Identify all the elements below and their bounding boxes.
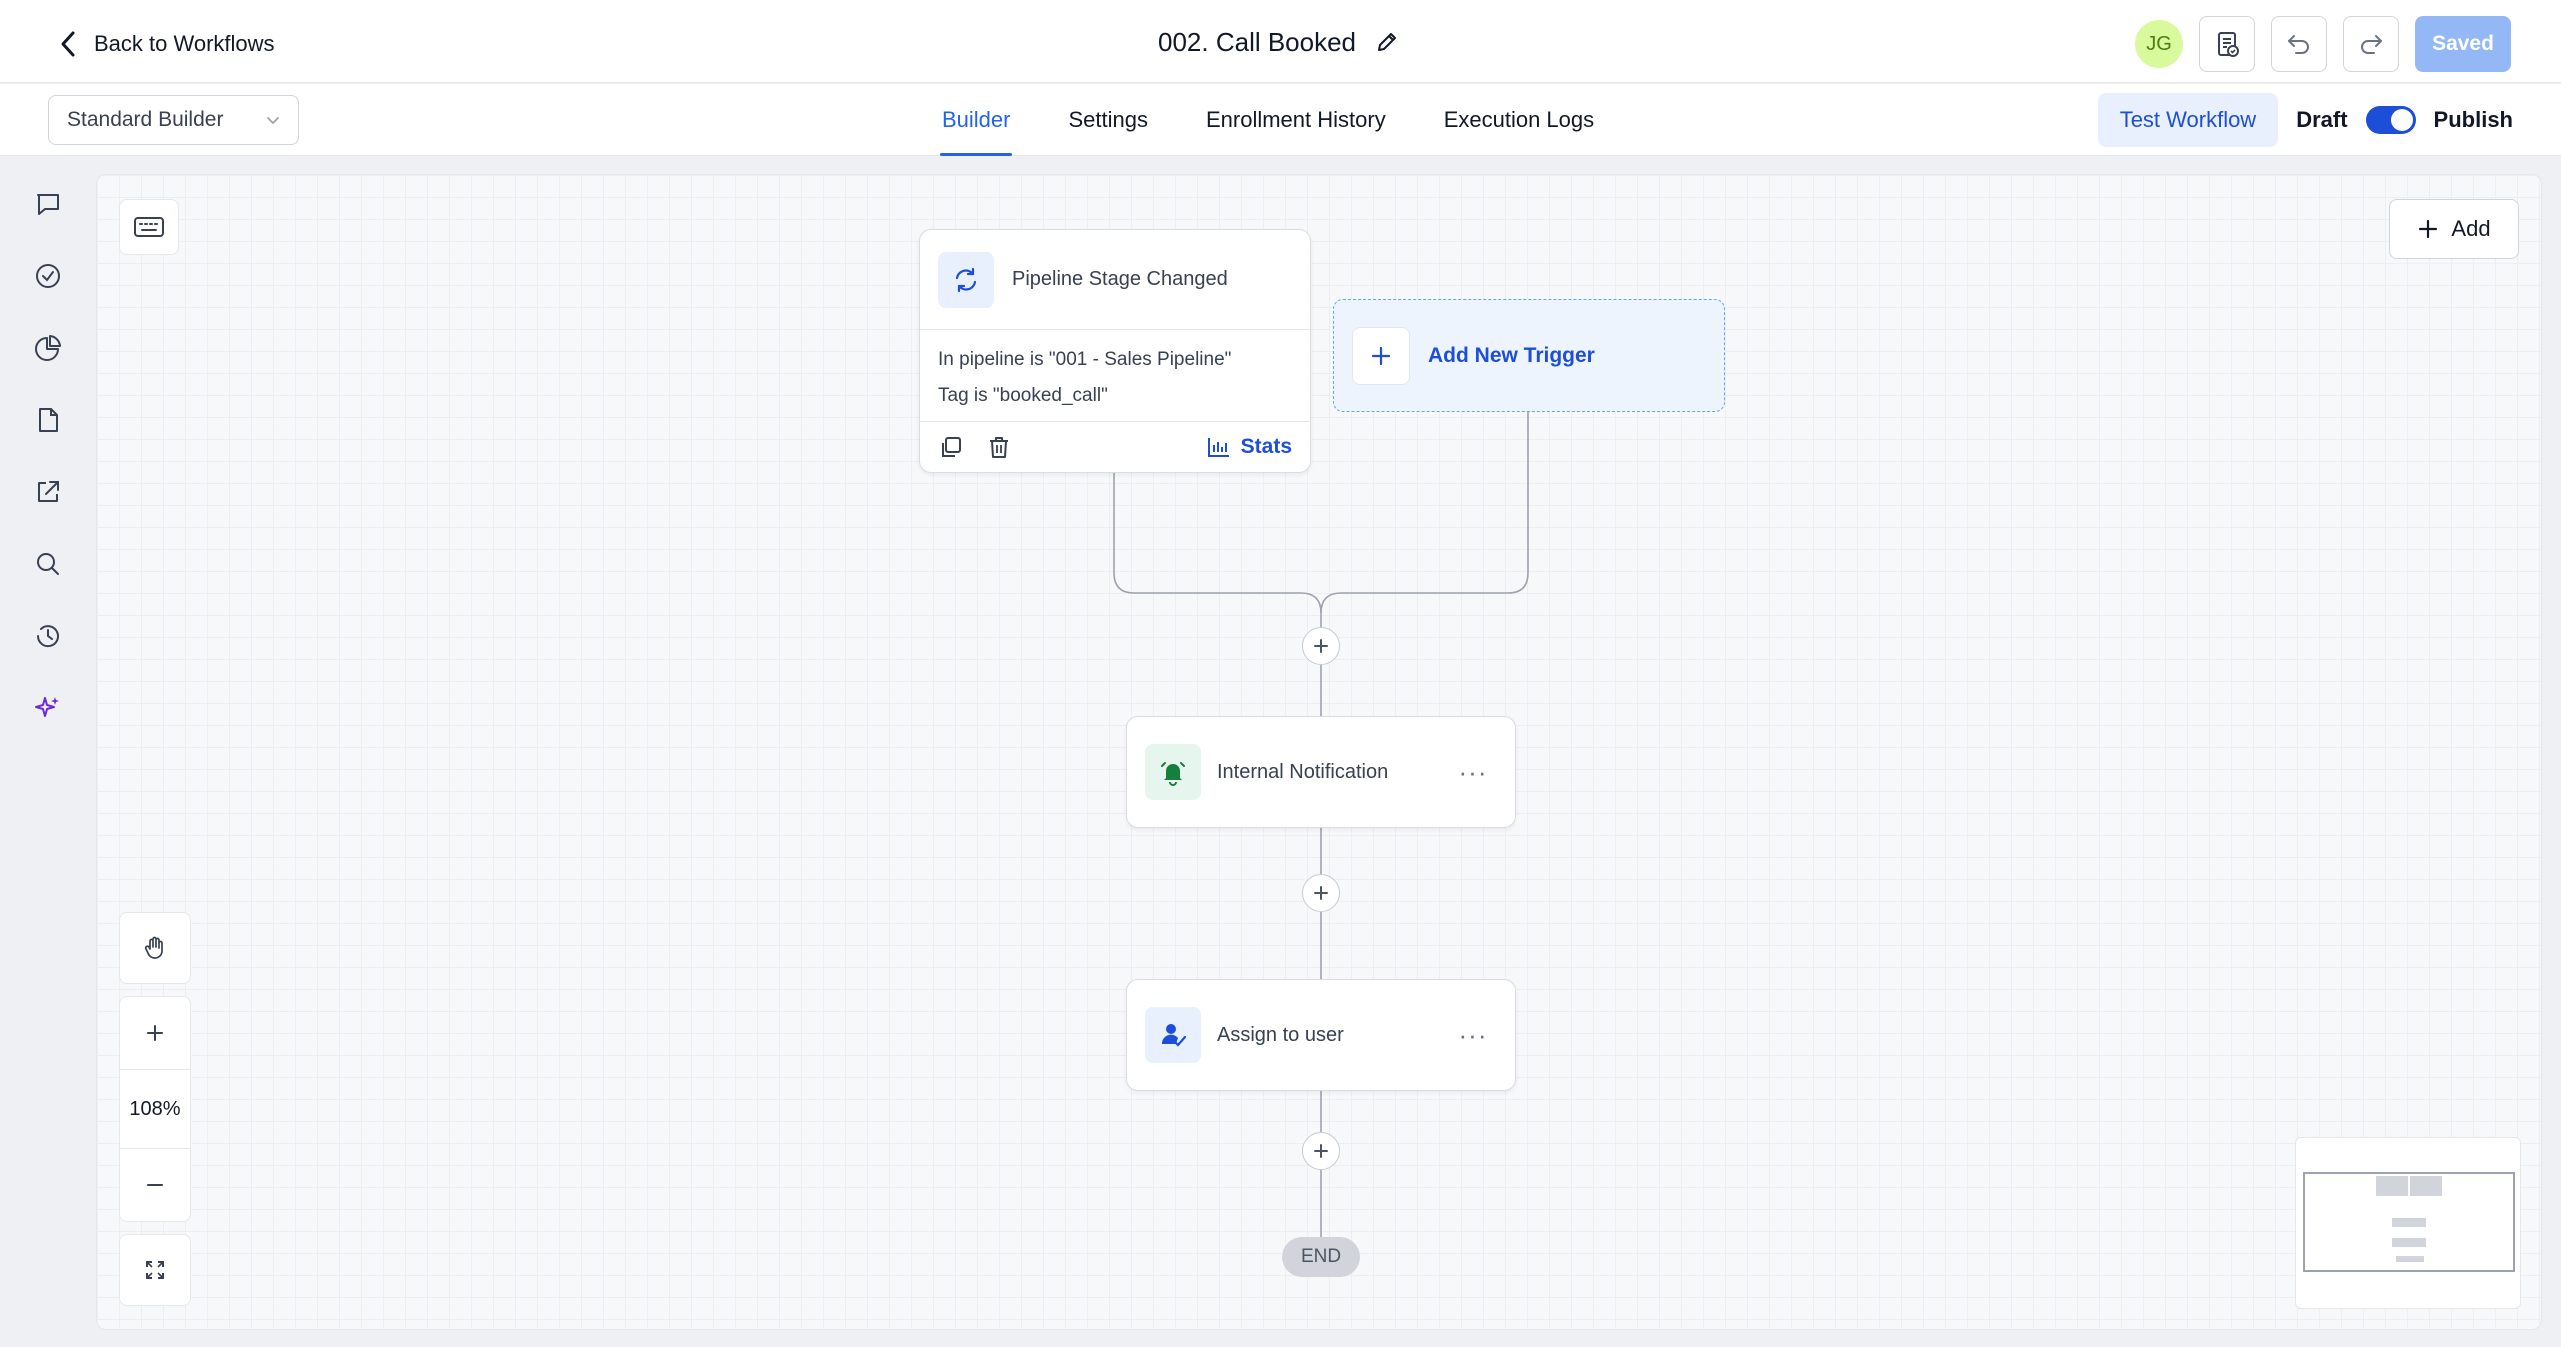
hand-icon bbox=[119, 913, 191, 983]
minimap-nodes bbox=[2376, 1176, 2442, 1262]
avatar[interactable]: JG bbox=[2135, 20, 2183, 68]
stats-button[interactable]: Stats bbox=[1207, 435, 1292, 459]
draft-label: Draft bbox=[2296, 107, 2348, 132]
zoom-level: 108% bbox=[119, 1069, 191, 1149]
plus-icon bbox=[2417, 218, 2439, 240]
trigger-footer: Stats bbox=[920, 422, 1310, 472]
trigger-title: Pipeline Stage Changed bbox=[1012, 268, 1228, 290]
workflow-canvas[interactable]: Add Pipeline Stage Changed In pipeline i… bbox=[96, 174, 2542, 1330]
document-icon[interactable] bbox=[28, 400, 68, 440]
trigger-header: Pipeline Stage Changed bbox=[920, 230, 1310, 330]
copy-icon[interactable] bbox=[938, 434, 964, 460]
bar-chart-icon bbox=[1207, 436, 1231, 458]
zoom-controls: 108% bbox=[119, 996, 191, 1222]
chevron-left-icon bbox=[58, 30, 78, 58]
document-check-icon bbox=[2213, 30, 2241, 58]
pan-tool-button[interactable] bbox=[119, 912, 191, 984]
add-new-trigger-button[interactable]: Add New Trigger bbox=[1333, 299, 1725, 412]
trigger-plus-box bbox=[1352, 326, 1410, 385]
sub-bar: Standard Builder Builder Settings Enroll… bbox=[0, 84, 2561, 156]
trigger-condition-pipeline: In pipeline is "001 - Sales Pipeline" bbox=[938, 349, 1232, 370]
trigger-conditions: In pipeline is "001 - Sales Pipeline" Ta… bbox=[920, 330, 1310, 422]
undo-icon bbox=[2285, 30, 2313, 58]
zoom-out-button[interactable] bbox=[119, 1149, 191, 1221]
keyboard-shortcuts-button[interactable] bbox=[119, 199, 179, 255]
tab-builder[interactable]: Builder bbox=[940, 84, 1013, 156]
expand-icon bbox=[119, 1235, 191, 1305]
publish-label: Publish bbox=[2433, 107, 2513, 132]
plus-icon bbox=[1370, 345, 1392, 367]
trigger-condition-tag: Tag is "booked_call" bbox=[938, 385, 1108, 406]
tab-enrollment-history[interactable]: Enrollment History bbox=[1204, 84, 1388, 156]
user-assign-icon bbox=[1158, 1020, 1188, 1050]
chat-icon[interactable] bbox=[28, 184, 68, 224]
bell-icon bbox=[1158, 757, 1188, 787]
top-bar: Back to Workflows 002. Call Booked JG Sa… bbox=[0, 0, 2561, 83]
chevron-down-icon bbox=[264, 111, 282, 129]
plus-icon bbox=[1312, 1142, 1330, 1160]
builder-mode-select[interactable]: Standard Builder bbox=[48, 95, 299, 145]
workflow-title-group: 002. Call Booked bbox=[1158, 22, 1400, 62]
publish-toggle[interactable] bbox=[2365, 106, 2416, 134]
stats-label: Stats bbox=[1240, 435, 1292, 458]
version-history-button[interactable] bbox=[2199, 16, 2255, 72]
plus-icon bbox=[145, 1023, 165, 1043]
tab-bar: Builder Settings Enrollment History Exec… bbox=[940, 84, 1596, 156]
refresh-icon bbox=[951, 265, 981, 295]
add-element-button[interactable]: Add bbox=[2389, 199, 2519, 259]
check-circle-icon[interactable] bbox=[28, 256, 68, 296]
add-new-trigger-label: Add New Trigger bbox=[1428, 343, 1595, 367]
assign-icon-box bbox=[1145, 1007, 1201, 1063]
undo-button[interactable] bbox=[2271, 16, 2327, 72]
builder-mode-value: Standard Builder bbox=[67, 108, 224, 131]
more-options-icon[interactable]: ··· bbox=[1451, 757, 1495, 787]
plus-icon bbox=[1312, 637, 1330, 655]
redo-icon bbox=[2357, 30, 2385, 58]
plus-icon bbox=[1312, 884, 1330, 902]
trigger-icon-box bbox=[938, 251, 994, 308]
end-node: END bbox=[1282, 1237, 1360, 1277]
add-step-button[interactable] bbox=[1302, 1132, 1340, 1170]
add-step-button[interactable] bbox=[1302, 627, 1340, 665]
workflow-title: 002. Call Booked bbox=[1158, 26, 1357, 57]
add-step-button[interactable] bbox=[1302, 874, 1340, 912]
search-icon[interactable] bbox=[28, 544, 68, 584]
zoom-in-button[interactable] bbox=[119, 997, 191, 1069]
action-card-assign-to-user[interactable]: Assign to user ··· bbox=[1126, 979, 1516, 1091]
saved-button[interactable]: Saved bbox=[2415, 16, 2511, 72]
redo-button[interactable] bbox=[2343, 16, 2399, 72]
edit-pencil-icon[interactable] bbox=[1374, 29, 1400, 55]
action-label: Internal Notification bbox=[1217, 760, 1389, 783]
back-label: Back to Workflows bbox=[94, 31, 275, 56]
minus-icon bbox=[145, 1175, 165, 1195]
back-to-workflows-link[interactable]: Back to Workflows bbox=[58, 24, 275, 64]
tab-execution-logs[interactable]: Execution Logs bbox=[1442, 84, 1596, 156]
minimap[interactable] bbox=[2295, 1137, 2521, 1309]
more-options-icon[interactable]: ··· bbox=[1451, 1020, 1495, 1050]
test-workflow-button[interactable]: Test Workflow bbox=[2097, 93, 2279, 147]
pie-chart-icon[interactable] bbox=[28, 328, 68, 368]
keyboard-icon bbox=[134, 217, 164, 237]
notification-icon-box bbox=[1145, 744, 1201, 800]
fit-view-button[interactable] bbox=[119, 1234, 191, 1306]
history-icon[interactable] bbox=[28, 616, 68, 656]
trash-icon[interactable] bbox=[986, 434, 1012, 460]
left-rail bbox=[0, 157, 96, 1347]
tab-settings[interactable]: Settings bbox=[1066, 84, 1150, 156]
action-card-internal-notification[interactable]: Internal Notification ··· bbox=[1126, 716, 1516, 828]
header-actions: JG Saved bbox=[2135, 16, 2511, 72]
sparkles-icon[interactable] bbox=[28, 688, 68, 728]
action-label: Assign to user bbox=[1217, 1023, 1344, 1046]
trigger-card[interactable]: Pipeline Stage Changed In pipeline is "0… bbox=[919, 229, 1311, 473]
external-link-icon[interactable] bbox=[28, 472, 68, 512]
add-label: Add bbox=[2451, 216, 2491, 241]
publish-controls: Test Workflow Draft Publish bbox=[2097, 93, 2513, 147]
